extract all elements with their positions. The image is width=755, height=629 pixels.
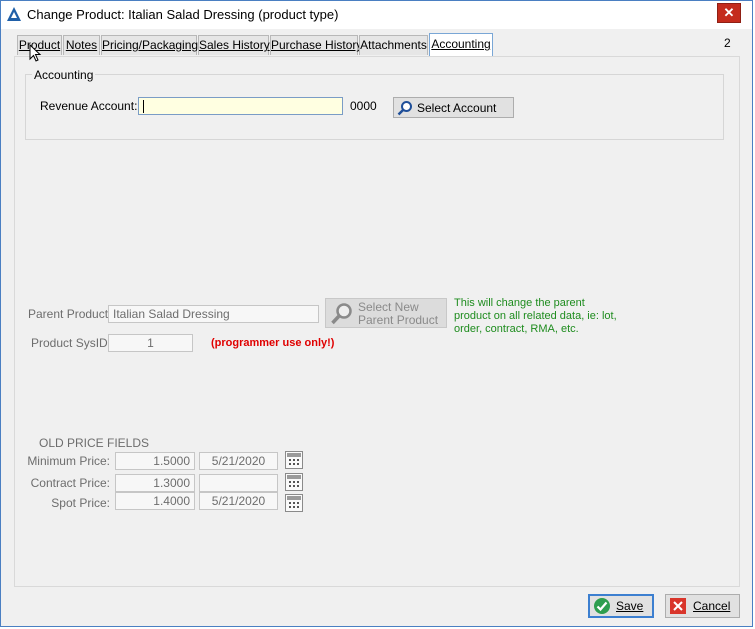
accounting-group-label: Accounting xyxy=(32,68,96,82)
checkmark-icon xyxy=(594,598,610,614)
contract-price-field: 1.3000 xyxy=(115,474,195,492)
revenue-account-code: 0000 xyxy=(350,99,377,113)
calendar-grid-icon xyxy=(287,453,301,465)
select-parent-product-button[interactable]: Select New Parent Product xyxy=(325,298,447,328)
calendar-icon[interactable] xyxy=(285,451,303,469)
search-icon xyxy=(331,303,352,325)
select-parent-label: Select New Parent Product xyxy=(358,300,439,327)
tab-sales-history[interactable]: Sales History xyxy=(198,35,270,55)
window-title: Change Product: Italian Salad Dressing (… xyxy=(27,7,339,22)
save-label: Save xyxy=(616,599,644,613)
tab-pricing-packaging[interactable]: Pricing/Packaging xyxy=(101,35,198,55)
tab-purchase-history[interactable]: Purchase History xyxy=(270,35,362,55)
calendar-icon[interactable] xyxy=(285,473,303,491)
search-icon xyxy=(397,101,412,116)
spot-price-label: Spot Price: xyxy=(51,496,110,510)
close-button[interactable]: ✕ xyxy=(717,3,741,23)
save-button[interactable]: Save xyxy=(588,594,654,618)
old-price-fields-title: OLD PRICE FIELDS xyxy=(39,436,150,450)
minimum-price-label: Minimum Price: xyxy=(27,454,110,468)
product-sysid-field: 1 xyxy=(108,334,193,352)
calendar-icon[interactable] xyxy=(285,494,303,512)
cancel-label: Cancel xyxy=(693,599,731,613)
cancel-x-icon xyxy=(670,598,686,614)
tab-attachments[interactable]: Attachments xyxy=(359,35,428,55)
close-icon: ✕ xyxy=(723,5,735,20)
calendar-grid-icon xyxy=(287,475,301,487)
parent-change-note: This will change the parent product on a… xyxy=(454,297,617,335)
product-sysid-label: Product SysID: xyxy=(31,336,112,350)
minimum-price-field: 1.5000 xyxy=(115,452,195,470)
contract-price-label: Contract Price: xyxy=(30,476,110,490)
select-account-label: Select Account xyxy=(417,101,497,115)
cancel-button[interactable]: Cancel xyxy=(665,594,740,618)
spot-price-field: 1.4000 xyxy=(115,492,195,510)
parent-product-field: Italian Salad Dressing xyxy=(108,305,319,323)
calendar-grid-icon xyxy=(287,496,301,508)
programmer-use-note: (programmer use only!) xyxy=(211,337,335,349)
contract-price-date-field xyxy=(199,474,278,492)
tab-notes[interactable]: Notes xyxy=(63,35,100,55)
revenue-account-label: Revenue Account: xyxy=(40,99,138,113)
spot-price-date-field: 5/21/2020 xyxy=(199,492,278,510)
tab-accounting[interactable]: Accounting xyxy=(429,33,493,57)
revenue-account-input[interactable] xyxy=(138,97,343,115)
minimum-price-date-field: 5/21/2020 xyxy=(199,452,278,470)
text-caret xyxy=(143,100,144,114)
mouse-pointer-icon xyxy=(29,44,42,62)
select-account-button[interactable]: Select Account xyxy=(393,97,514,118)
app-logo-icon xyxy=(7,7,21,21)
parent-product-label: Parent Product: xyxy=(28,307,112,321)
page-number: 2 xyxy=(724,36,731,50)
